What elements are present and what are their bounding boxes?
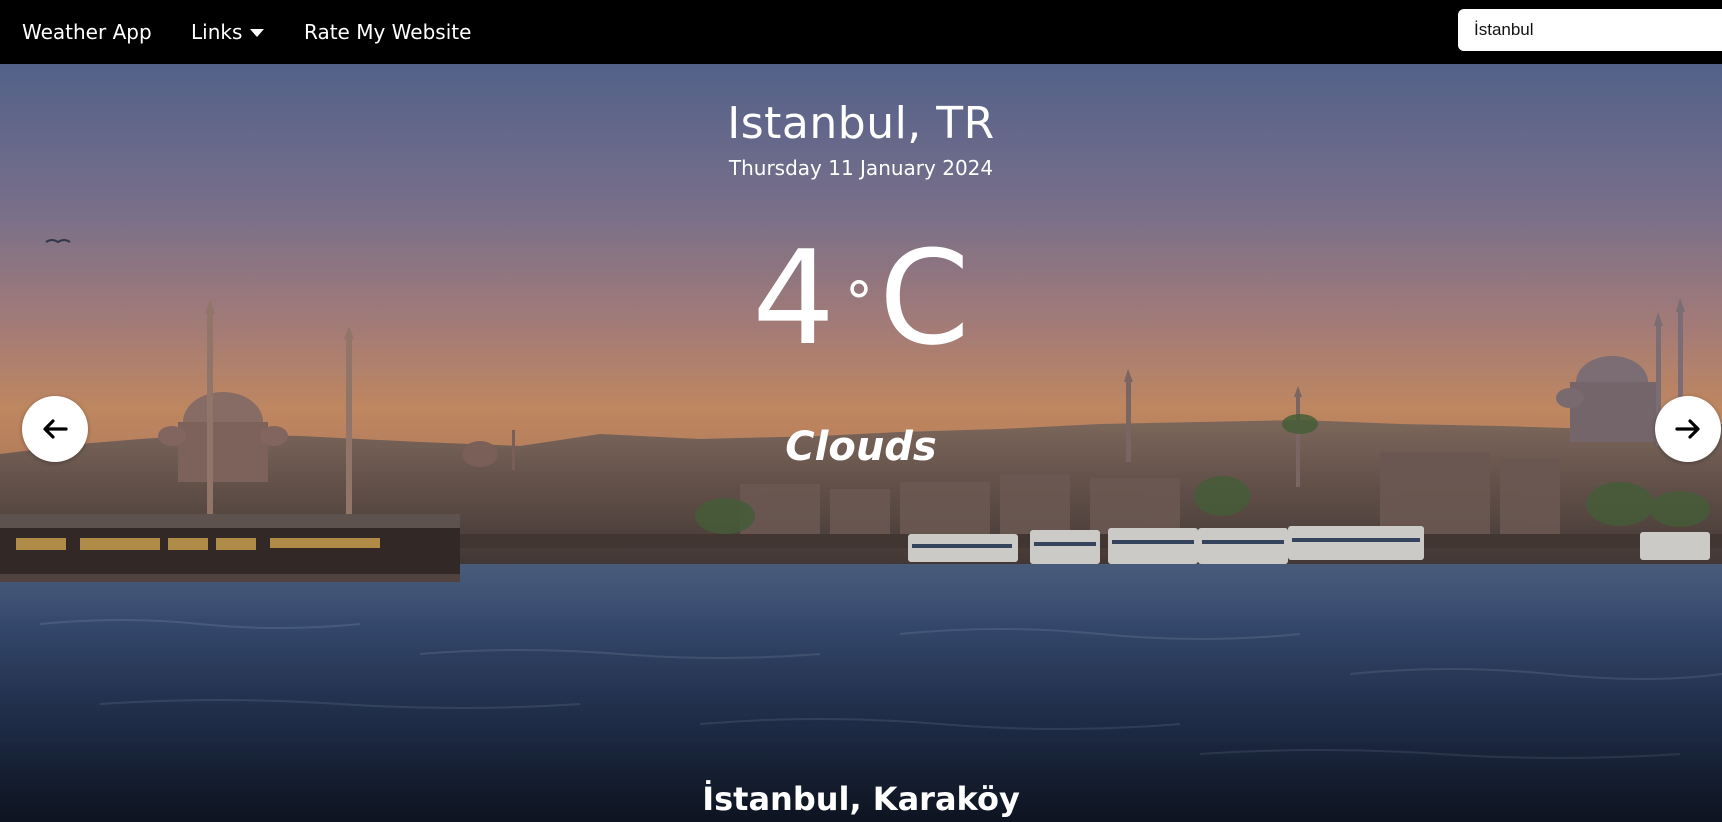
brand-link[interactable]: Weather App (22, 0, 152, 64)
links-dropdown-label: Links (191, 20, 243, 44)
arrow-left-icon (43, 419, 68, 439)
navbar: Weather App Links Rate My Website (0, 0, 1722, 64)
slide-caption: İstanbul, Karaköy (702, 780, 1020, 818)
city-name: Istanbul, TR (727, 98, 995, 149)
previous-slide-button[interactable] (22, 396, 88, 462)
arrow-right-icon (1675, 419, 1700, 439)
city-search-input[interactable] (1458, 9, 1722, 51)
degree-symbol: ° (844, 271, 873, 336)
rate-website-link[interactable]: Rate My Website (304, 0, 471, 64)
temperature-value: 4 (752, 222, 835, 374)
links-dropdown[interactable]: Links (191, 0, 265, 64)
current-date: Thursday 11 January 2024 (728, 156, 994, 180)
weather-condition: Clouds (785, 424, 937, 470)
temperature-display: 4 °C (0, 228, 1722, 368)
temperature-unit: C (878, 222, 970, 374)
caret-down-icon (250, 29, 265, 37)
next-slide-button[interactable] (1655, 396, 1721, 462)
